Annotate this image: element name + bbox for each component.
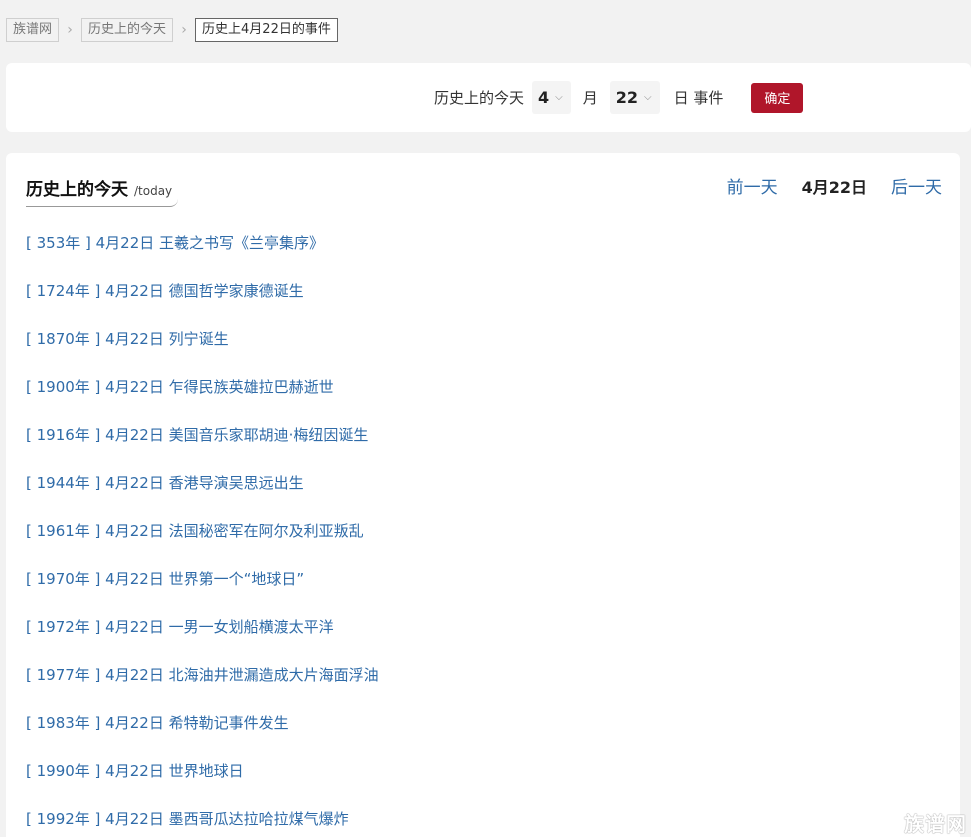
section-header: 历史上的今天 /today [26,175,179,207]
month-unit: 月 [582,89,598,107]
month-select[interactable]: 4 ⌵ [532,81,571,114]
event-link[interactable]: [ 353年 ] 4月22日 王羲之书写《兰亭集序》 [26,234,324,252]
day-unit: 日 事件 [673,89,724,107]
event-link[interactable]: [ 1970年 ] 4月22日 世界第一个“地球日” [26,570,304,588]
event-link[interactable]: [ 1944年 ] 4月22日 香港导演吴思远出生 [26,474,304,492]
watermark-logo: 族谱网 [904,812,967,836]
chevron-down-icon: ⌵ [555,92,563,103]
prev-day-link[interactable]: 前一天 [727,173,778,198]
event-link[interactable]: [ 1916年 ] 4月22日 美国音乐家耶胡迪·梅纽因诞生 [26,426,368,444]
day-select[interactable]: 22 ⌵ [609,81,660,114]
event-link[interactable]: [ 1900年 ] 4月22日 乍得民族英雄拉巴赫逝世 [26,378,334,396]
event-link[interactable]: [ 1724年 ] 4月22日 德国哲学家康德诞生 [26,282,304,300]
filter-label: 历史上的今天 [434,89,525,107]
list-item: [ 1870年 ] 4月22日 列宁诞生 [26,329,379,377]
list-item: [ 1944年 ] 4月22日 香港导演吴思远出生 [26,473,379,521]
next-day-link[interactable]: 后一天 [891,173,942,198]
events-panel: 历史上的今天 /today 前一天 4月22日 后一天 [ 353年 ] 4月2… [6,153,960,837]
event-link[interactable]: [ 1972年 ] 4月22日 一男一女划船横渡太平洋 [26,618,334,636]
list-item: [ 1970年 ] 4月22日 世界第一个“地球日” [26,569,379,617]
list-item: [ 1990年 ] 4月22日 世界地球日 [26,761,379,809]
event-link[interactable]: [ 1977年 ] 4月22日 北海油井泄漏造成大片海面浮油 [26,666,379,684]
event-link[interactable]: [ 1961年 ] 4月22日 法国秘密军在阿尔及利亚叛乱 [26,522,364,540]
breadcrumb-home[interactable]: 族谱网 [6,18,60,42]
list-item: [ 1961年 ] 4月22日 法国秘密军在阿尔及利亚叛乱 [26,521,379,569]
event-link[interactable]: [ 1992年 ] 4月22日 墨西哥瓜达拉哈拉煤气爆炸 [26,810,349,828]
list-item: [ 1916年 ] 4月22日 美国音乐家耶胡迪·梅纽因诞生 [26,425,379,473]
current-date: 4月22日 [801,177,867,197]
day-navigation: 前一天 4月22日 后一天 [727,173,942,199]
event-link[interactable]: [ 1870年 ] 4月22日 列宁诞生 [26,330,229,348]
section-title: 历史上的今天 [26,180,128,200]
section-subtitle: /today [134,184,173,198]
chevron-right-icon: › [67,22,73,38]
list-item: [ 1900年 ] 4月22日 乍得民族英雄拉巴赫逝世 [26,377,379,425]
event-link[interactable]: [ 1983年 ] 4月22日 希特勒记事件发生 [26,714,289,732]
date-filter-row: 历史上的今天 4 ⌵ 月 22 ⌵ 日 事件 确定 [434,81,804,114]
breadcrumb-today[interactable]: 历史上的今天 [81,18,174,42]
event-link[interactable]: [ 1990年 ] 4月22日 世界地球日 [26,762,244,780]
list-item: [ 1977年 ] 4月22日 北海油井泄漏造成大片海面浮油 [26,665,379,713]
month-value: 4 [538,88,550,107]
day-value: 22 [615,88,639,107]
date-filter-panel: 历史上的今天 4 ⌵ 月 22 ⌵ 日 事件 确定 [6,63,971,132]
list-item: [ 1992年 ] 4月22日 墨西哥瓜达拉哈拉煤气爆炸 [26,809,379,837]
list-item: [ 1724年 ] 4月22日 德国哲学家康德诞生 [26,281,379,329]
chevron-right-icon: › [181,22,187,38]
list-item: [ 1972年 ] 4月22日 一男一女划船横渡太平洋 [26,617,379,665]
event-list: [ 353年 ] 4月22日 王羲之书写《兰亭集序》 [ 1724年 ] 4月2… [26,233,379,837]
list-item: [ 353年 ] 4月22日 王羲之书写《兰亭集序》 [26,233,379,281]
breadcrumb-current: 历史上4月22日的事件 [195,18,338,42]
chevron-down-icon: ⌵ [644,92,652,103]
confirm-button[interactable]: 确定 [751,82,804,113]
breadcrumb: 族谱网 › 历史上的今天 › 历史上4月22日的事件 [6,17,338,43]
list-item: [ 1983年 ] 4月22日 希特勒记事件发生 [26,713,379,761]
